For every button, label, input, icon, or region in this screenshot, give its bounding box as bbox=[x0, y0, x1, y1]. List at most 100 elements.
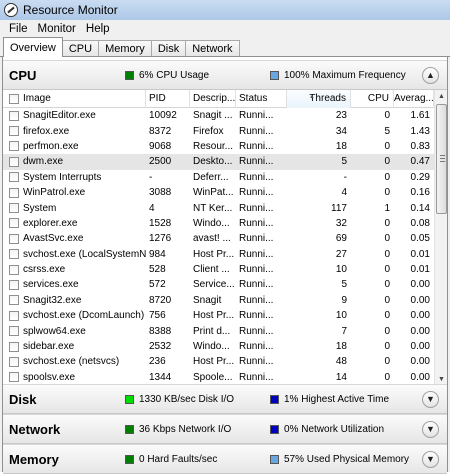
network-io-text: 36 Kbps Network I/O bbox=[139, 423, 232, 435]
scrollbar-thumb[interactable] bbox=[436, 104, 447, 214]
column-cpu[interactable]: CPU bbox=[351, 90, 394, 108]
chevron-down-icon[interactable]: ▼ bbox=[422, 450, 439, 468]
table-row[interactable]: svchost.exe (LocalSystemNet...984 Host Pr… bbox=[3, 247, 434, 262]
row-checkbox[interactable] bbox=[9, 126, 19, 137]
cpu-section-header[interactable]: CPU 6% CPU Usage 100% Maximum Frequency … bbox=[3, 60, 447, 90]
table-row[interactable]: WinPatrol.exe 3088 WinPat... Runni... 4 0 0.16 bbox=[3, 185, 434, 200]
process-pid: 2500 bbox=[149, 156, 172, 168]
column-pid[interactable]: PID bbox=[146, 90, 190, 108]
process-image-name: firefox.exe bbox=[3, 126, 146, 137]
process-average-cpu: 0.00 bbox=[410, 371, 430, 383]
table-row[interactable]: AvastSvc.exe 1276 avast! ... Runni... 69 0 0.0… bbox=[3, 231, 434, 246]
tab-strip: Overview CPU Memory Disk Network bbox=[0, 37, 450, 57]
table-row[interactable]: firefox.exe 8372 Firefox Runni... 34 5 1.43 bbox=[3, 123, 434, 138]
tab-cpu[interactable]: CPU bbox=[61, 40, 100, 57]
disk-section-header[interactable]: Disk 1330 KB/sec Disk I/O 1% Highest Act… bbox=[3, 384, 447, 414]
table-row[interactable]: System 4 NT Ker... Runni... 117 1 0.14 bbox=[3, 200, 434, 215]
row-checkbox[interactable] bbox=[9, 203, 19, 214]
tab-overview[interactable]: Overview bbox=[3, 37, 63, 57]
process-description: Deskto... bbox=[193, 156, 233, 168]
disk-active-time-indicator: 1% Highest Active Time bbox=[270, 394, 389, 405]
table-row[interactable]: perfmon.exe 9068 Resour... Runni... 18 0 0.83 bbox=[3, 139, 434, 154]
row-checkbox[interactable] bbox=[9, 156, 19, 167]
row-checkbox[interactable] bbox=[9, 279, 19, 290]
process-average-cpu: 0.16 bbox=[410, 187, 430, 199]
process-status: Runni... bbox=[239, 171, 274, 183]
process-threads: 69 bbox=[335, 233, 347, 245]
disk-active-time-text: 1% Highest Active Time bbox=[284, 393, 390, 405]
select-all-checkbox[interactable] bbox=[9, 94, 19, 104]
tab-memory[interactable]: Memory bbox=[98, 40, 152, 57]
table-row[interactable]: sidebar.exe 2532 Windo... Runni... 18 0 0.00 bbox=[3, 339, 434, 354]
thumb-grip bbox=[440, 155, 445, 156]
process-description: Service... bbox=[193, 279, 235, 291]
menu-help[interactable]: Help bbox=[81, 23, 115, 35]
memory-section-header[interactable]: Memory 0 Hard Faults/sec 57% Used Physic… bbox=[3, 444, 447, 474]
process-average-cpu: 0.01 bbox=[410, 264, 430, 276]
row-checkbox[interactable] bbox=[9, 372, 19, 383]
column-description[interactable]: Descrip... bbox=[190, 90, 236, 108]
row-checkbox[interactable] bbox=[9, 326, 19, 337]
row-checkbox[interactable] bbox=[9, 218, 19, 229]
network-section-header[interactable]: Network 36 Kbps Network I/O 0% Network U… bbox=[3, 414, 447, 444]
process-average-cpu: 0.29 bbox=[410, 171, 430, 183]
process-threads: 5 bbox=[341, 279, 347, 291]
scroll-up-arrow-icon[interactable]: ▲ bbox=[435, 90, 448, 103]
process-image-name: explorer.exe bbox=[3, 218, 146, 229]
process-image-name: dwm.exe bbox=[3, 156, 146, 167]
column-image[interactable]: Image bbox=[3, 90, 146, 108]
tab-disk[interactable]: Disk bbox=[150, 40, 187, 57]
table-row[interactable]: System Interrupts - Deferr... Runni... - 0 0.2… bbox=[3, 170, 434, 185]
table-row[interactable]: dwm.exe 2500 Deskto... Runni... 5 0 0.47 bbox=[3, 154, 434, 170]
process-image-name: svchost.exe (DcomLaunch) bbox=[3, 310, 146, 321]
process-status: Runni... bbox=[239, 248, 274, 260]
process-image-name: SnagitEditor.exe bbox=[3, 110, 146, 121]
process-cpu: 0 bbox=[384, 217, 390, 229]
title-bar: Resource Monitor bbox=[0, 0, 450, 20]
process-image-label: spoolsv.exe bbox=[23, 371, 76, 383]
process-status: Runni... bbox=[239, 110, 274, 122]
process-image-name: sidebar.exe bbox=[3, 341, 146, 352]
tab-network[interactable]: Network bbox=[185, 40, 240, 57]
process-average-cpu: 0.01 bbox=[410, 248, 430, 260]
table-row[interactable]: spoolsv.exe 1344 Spoole... Runni... 14 0 0.00 bbox=[3, 370, 434, 385]
cpu-process-table: Image PID Descrip... Status ▲ Threads CP… bbox=[3, 90, 434, 386]
chevron-up-icon[interactable]: ▲ bbox=[422, 66, 439, 84]
table-row[interactable]: svchost.exe (DcomLaunch) 756 Host Pr... Run… bbox=[3, 308, 434, 323]
row-checkbox[interactable] bbox=[9, 141, 19, 152]
column-threads[interactable]: ▲ Threads bbox=[287, 90, 351, 108]
row-checkbox[interactable] bbox=[9, 172, 19, 183]
row-checkbox[interactable] bbox=[9, 295, 19, 306]
row-checkbox[interactable] bbox=[9, 249, 19, 260]
table-row[interactable]: explorer.exe 1528 Windo... Runni... 32 0 0.08 bbox=[3, 216, 434, 231]
chevron-down-icon[interactable]: ▼ bbox=[422, 390, 439, 408]
network-io-indicator: 36 Kbps Network I/O bbox=[125, 424, 231, 435]
process-image-name: splwow64.exe bbox=[3, 326, 146, 337]
table-row[interactable]: splwow64.exe 8388 Print d... Runni... 7 0 0.00 bbox=[3, 323, 434, 338]
row-checkbox[interactable] bbox=[9, 110, 19, 121]
column-average[interactable]: Averag... bbox=[394, 90, 434, 108]
process-status: Runni... bbox=[239, 356, 274, 368]
disk-io-text: 1330 KB/sec Disk I/O bbox=[139, 393, 235, 405]
row-checkbox[interactable] bbox=[9, 356, 19, 367]
row-checkbox[interactable] bbox=[9, 264, 19, 275]
menu-monitor[interactable]: Monitor bbox=[33, 23, 81, 35]
table-row[interactable]: csrss.exe 528 Client ... Runni... 10 0 0.01 bbox=[3, 262, 434, 277]
row-checkbox[interactable] bbox=[9, 187, 19, 198]
table-scrollbar[interactable]: ▲ ▼ bbox=[434, 90, 447, 386]
cpu-frequency-text: 100% Maximum Frequency bbox=[284, 69, 406, 81]
row-checkbox[interactable] bbox=[9, 310, 19, 321]
process-description: Host Pr... bbox=[193, 356, 235, 368]
table-row[interactable]: svchost.exe (netsvcs) 236 Host Pr... Runni.… bbox=[3, 354, 434, 369]
row-checkbox[interactable] bbox=[9, 341, 19, 352]
row-checkbox[interactable] bbox=[9, 233, 19, 244]
menu-file[interactable]: File bbox=[4, 23, 33, 35]
table-row[interactable]: services.exe 572 Service... Runni... 5 0 0.00 bbox=[3, 277, 434, 292]
table-row[interactable]: SnagitEditor.exe 10092 Snagit ... Runni... 2… bbox=[3, 108, 434, 123]
chevron-down-icon[interactable]: ▼ bbox=[422, 420, 439, 438]
network-section-title: Network bbox=[9, 421, 61, 437]
column-status[interactable]: Status bbox=[236, 90, 287, 108]
table-row[interactable]: Snagit32.exe 8720 Snagit Runni... 9 0 0.00 bbox=[3, 293, 434, 308]
process-description: avast! ... bbox=[193, 233, 231, 245]
process-description: Host Pr... bbox=[193, 310, 235, 322]
